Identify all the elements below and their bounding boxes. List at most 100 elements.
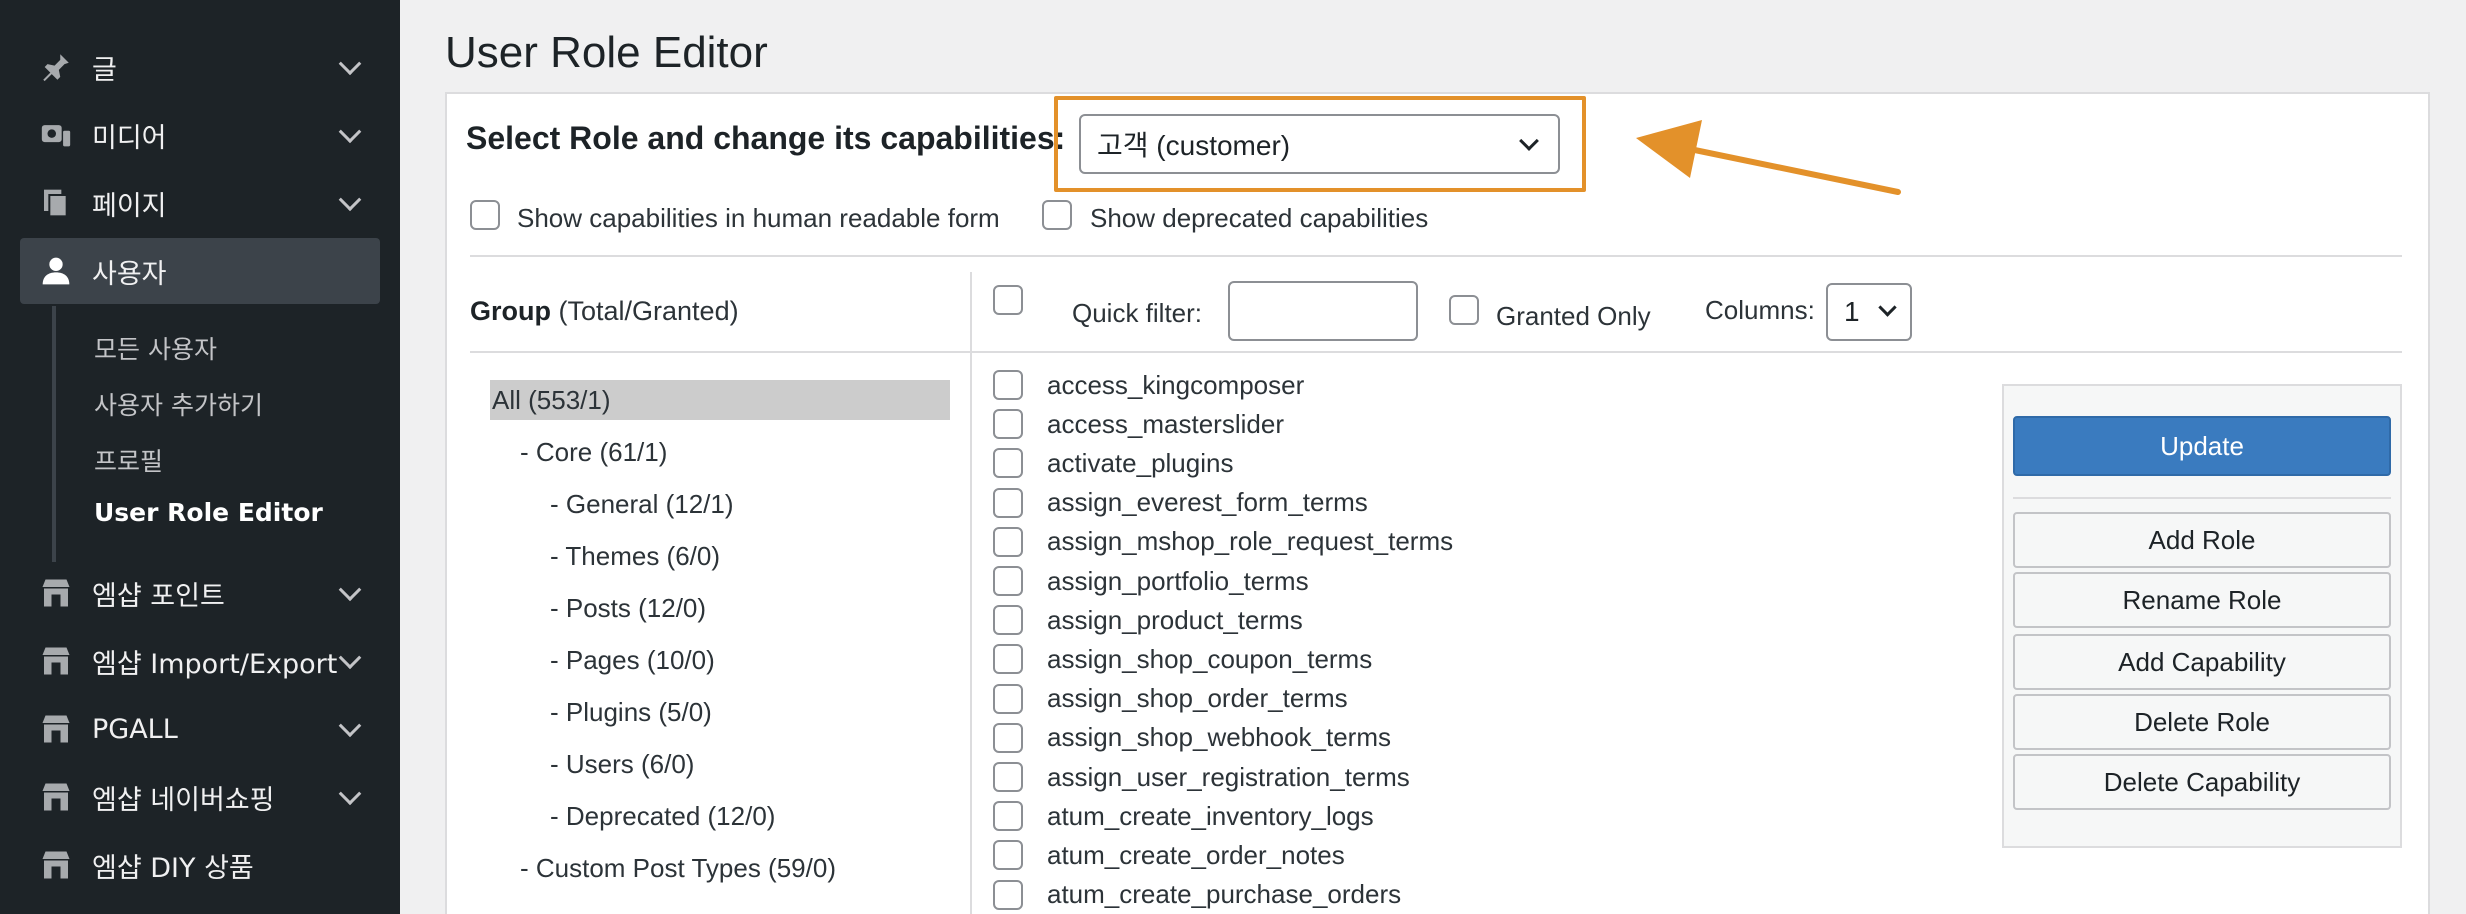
capability-row[interactable]: access_kingcomposer <box>993 367 1304 403</box>
columns-select-value: 1 <box>1844 296 1860 327</box>
menu-pgall[interactable]: PGALL <box>20 696 380 762</box>
add-role-button[interactable]: Add Role <box>2013 512 2391 568</box>
deprecated-label: Show deprecated capabilities <box>1090 203 1429 233</box>
menu-label: 엠샵 DIY 상품 <box>92 852 254 884</box>
capability-checkbox[interactable] <box>993 409 1023 440</box>
submenu-add-user[interactable]: 사용자 추가하기 <box>94 386 263 422</box>
capability-checkbox[interactable] <box>993 879 1023 910</box>
menu-media[interactable]: 미디어 <box>20 102 380 168</box>
menu-label: 페이지 <box>92 190 167 222</box>
chevron-down-icon <box>1519 131 1539 151</box>
quick-filter-input[interactable] <box>1228 281 1418 341</box>
capability-checkbox[interactable] <box>993 840 1023 871</box>
store-icon <box>34 707 78 751</box>
granted-only-checkbox[interactable] <box>1449 295 1479 325</box>
capability-checkbox[interactable] <box>993 683 1023 714</box>
menu-label: 글 <box>92 54 117 86</box>
menu-posts[interactable]: 글 <box>20 34 380 100</box>
capability-checkbox[interactable] <box>993 762 1023 792</box>
store-icon <box>34 639 78 683</box>
capability-checkbox[interactable] <box>993 722 1023 753</box>
divider <box>970 272 972 914</box>
menu-mshop-diy[interactable]: 엠샵 DIY 상품 <box>20 832 380 898</box>
capability-label: assign_shop_coupon_terms <box>1047 643 1373 674</box>
group-deprecated[interactable]: - Deprecated (12/0) <box>550 801 775 832</box>
role-select-value: 고객 (customer) <box>1097 130 1291 161</box>
human-readable-checkbox[interactable] <box>470 200 500 230</box>
menu-label: 엠샵 네이버쇼핑 <box>92 784 275 816</box>
capability-row[interactable]: atum_create_order_notes <box>993 837 1345 873</box>
capability-row[interactable]: atum_create_inventory_logs <box>993 798 1374 834</box>
store-icon <box>34 775 78 819</box>
capability-row[interactable]: assign_product_terms <box>993 602 1303 638</box>
capability-label: assign_shop_webhook_terms <box>1047 722 1391 753</box>
menu-users[interactable]: 사용자 <box>20 238 380 304</box>
capability-row[interactable]: atum_create_purchase_orders <box>993 877 1401 913</box>
update-button[interactable]: Update <box>2013 416 2391 476</box>
divider <box>470 351 2402 353</box>
user-icon <box>34 249 78 293</box>
admin-sidebar: 글 미디어 페이지 사용자 모든 사용자 사용자 추가하기 프로필 User R… <box>0 0 400 914</box>
capability-row[interactable]: activate_plugins <box>993 445 1233 481</box>
group-users[interactable]: - Users (6/0) <box>550 749 694 780</box>
capability-row[interactable]: assign_portfolio_terms <box>993 563 1309 599</box>
group-themes[interactable]: - Themes (6/0) <box>550 541 720 572</box>
submenu-profile[interactable]: 프로필 <box>94 442 163 478</box>
capability-label: assign_shop_order_terms <box>1047 683 1348 714</box>
chevron-down-icon <box>1878 298 1897 317</box>
menu-mshop-import-export[interactable]: 엠샵 Import/Export <box>20 628 380 694</box>
capability-label: atum_create_purchase_orders <box>1047 879 1402 910</box>
chevron-down-icon <box>338 646 362 670</box>
group-all[interactable]: All (553/1) <box>490 380 950 420</box>
group-pages[interactable]: - Pages (10/0) <box>550 645 715 676</box>
group-core[interactable]: - Core (61/1) <box>520 437 667 468</box>
store-icon <box>34 843 78 887</box>
capability-row[interactable]: assign_shop_order_terms <box>993 681 1348 717</box>
capability-checkbox[interactable] <box>993 605 1023 636</box>
submenu-user-role-editor[interactable]: User Role Editor <box>94 498 323 527</box>
capability-row[interactable]: assign_shop_webhook_terms <box>993 720 1391 756</box>
media-icon <box>34 113 78 157</box>
capability-checkbox[interactable] <box>993 526 1023 557</box>
capability-checkbox[interactable] <box>993 448 1023 479</box>
add-capability-button[interactable]: Add Capability <box>2013 634 2391 690</box>
submenu-all-users[interactable]: 모든 사용자 <box>94 330 217 366</box>
capability-row[interactable]: assign_user_registration_terms <box>993 759 1410 795</box>
deprecated-checkbox[interactable] <box>1042 200 1072 230</box>
chevron-down-icon <box>338 52 362 76</box>
select-all-checkbox[interactable] <box>993 285 1023 315</box>
group-plugins[interactable]: - Plugins (5/0) <box>550 697 712 728</box>
capability-label: assign_user_registration_terms <box>1047 761 1410 792</box>
columns-select[interactable]: 1 <box>1826 283 1912 341</box>
capability-checkbox[interactable] <box>993 566 1023 596</box>
delete-capability-button[interactable]: Delete Capability <box>2013 754 2391 810</box>
capability-row[interactable]: assign_everest_form_terms <box>993 485 1368 521</box>
capability-label: assign_mshop_role_request_terms <box>1047 526 1454 557</box>
group-header: Group (Total/Granted) <box>470 296 739 327</box>
group-header-subtitle: (Total/Granted) <box>551 296 739 326</box>
pin-icon <box>34 45 78 89</box>
capability-checkbox[interactable] <box>993 644 1023 675</box>
delete-role-button[interactable]: Delete Role <box>2013 694 2391 750</box>
chevron-down-icon <box>338 120 362 144</box>
menu-label: 엠샵 포인트 <box>92 580 225 612</box>
menu-mshop-point[interactable]: 엠샵 포인트 <box>20 560 380 626</box>
menu-pages[interactable]: 페이지 <box>20 170 380 236</box>
capability-row[interactable]: access_masterslider <box>993 406 1284 442</box>
granted-only-label: Granted Only <box>1496 301 1651 331</box>
capability-checkbox[interactable] <box>993 370 1023 400</box>
group-posts[interactable]: - Posts (12/0) <box>550 593 706 624</box>
capability-checkbox[interactable] <box>993 801 1023 832</box>
capability-checkbox[interactable] <box>993 487 1023 518</box>
menu-mshop-naver[interactable]: 엠샵 네이버쇼핑 <box>20 764 380 830</box>
menu-label: 사용자 <box>92 258 167 290</box>
users-submenu: 모든 사용자 사용자 추가하기 프로필 User Role Editor <box>52 306 380 562</box>
page-title: User Role Editor <box>445 28 768 77</box>
capability-row[interactable]: assign_mshop_role_request_terms <box>993 524 1453 560</box>
group-custom-post-types[interactable]: - Custom Post Types (59/0) <box>520 853 836 884</box>
capability-label: atum_create_inventory_logs <box>1047 800 1374 831</box>
rename-role-button[interactable]: Rename Role <box>2013 572 2391 628</box>
group-general[interactable]: - General (12/1) <box>550 489 734 520</box>
role-select[interactable]: 고객 (customer) <box>1079 114 1560 174</box>
capability-row[interactable]: assign_shop_coupon_terms <box>993 641 1372 677</box>
